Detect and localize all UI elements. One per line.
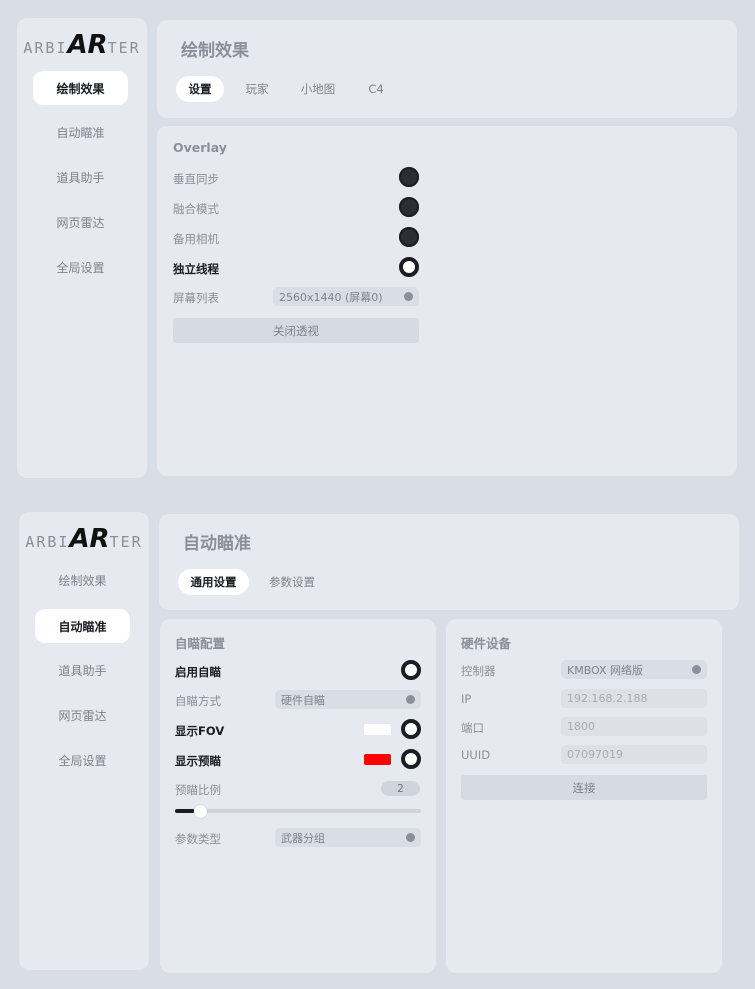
controller-label: 控制器 bbox=[461, 664, 496, 678]
show-fov-label: 显示FOV bbox=[175, 724, 225, 738]
separate-thread-label: 独立线程 bbox=[173, 262, 219, 276]
predict-color-swatch[interactable] bbox=[364, 754, 391, 765]
section-title-hardware: 硬件设备 bbox=[461, 636, 512, 651]
param-type-value: 武器分组 bbox=[281, 831, 325, 845]
screen-list-value: 2560x1440 (屏幕0) bbox=[279, 290, 383, 304]
screen-list-label: 屏幕列表 bbox=[173, 291, 219, 305]
screen-list-select[interactable]: 2560x1440 (屏幕0) bbox=[273, 287, 419, 306]
blend-mode-toggle[interactable] bbox=[399, 197, 419, 217]
vsync-toggle[interactable] bbox=[399, 167, 419, 187]
port-field[interactable]: 1800 bbox=[561, 717, 707, 736]
brand-logo: ARBIARTER bbox=[25, 524, 143, 554]
fov-color-swatch[interactable] bbox=[364, 724, 391, 735]
section-title-overlay: Overlay bbox=[173, 140, 227, 155]
enable-aim-toggle[interactable] bbox=[401, 660, 421, 680]
backup-camera-toggle[interactable] bbox=[399, 227, 419, 247]
separate-thread-toggle[interactable] bbox=[399, 257, 419, 277]
sidebar-item-web-radar[interactable]: 网页雷达 bbox=[35, 698, 130, 732]
sidebar-item-aimbot[interactable]: 自动瞄准 bbox=[35, 609, 130, 643]
page-title: 绘制效果 bbox=[181, 41, 249, 61]
overlay-panel bbox=[157, 126, 737, 476]
port-label: 端口 bbox=[461, 721, 484, 735]
sidebar-item-global-settings[interactable]: 全局设置 bbox=[33, 250, 128, 284]
sidebar-item-draw-effects[interactable]: 绘制效果 bbox=[33, 71, 128, 105]
blend-mode-label: 融合模式 bbox=[173, 202, 219, 216]
sidebar-item-global-settings[interactable]: 全局设置 bbox=[35, 743, 130, 777]
uuid-field[interactable]: 07097019 bbox=[561, 745, 707, 764]
page-title: 自动瞄准 bbox=[183, 534, 251, 554]
predict-ratio-slider-handle[interactable] bbox=[194, 805, 207, 818]
controller-value: KMBOX 网络版 bbox=[567, 663, 644, 677]
sidebar-item-utility-helper[interactable]: 道具助手 bbox=[33, 160, 128, 194]
predict-ratio-slider-fill bbox=[175, 809, 195, 813]
param-type-label: 参数类型 bbox=[175, 832, 221, 846]
predict-ratio-slider-track[interactable] bbox=[175, 809, 421, 813]
tab-players[interactable]: 玩家 bbox=[234, 76, 280, 102]
enable-aim-label: 启用自瞄 bbox=[175, 665, 221, 679]
dropdown-dot-icon bbox=[406, 695, 415, 704]
show-predict-toggle[interactable] bbox=[401, 749, 421, 769]
tab-parameter-settings[interactable]: 参数设置 bbox=[259, 569, 325, 595]
tab-c4[interactable]: C4 bbox=[356, 76, 396, 102]
vsync-label: 垂直同步 bbox=[173, 172, 219, 186]
dropdown-dot-icon bbox=[406, 833, 415, 842]
tab-general-settings[interactable]: 通用设置 bbox=[178, 569, 249, 595]
tab-minimap[interactable]: 小地图 bbox=[290, 76, 346, 102]
aim-method-label: 自瞄方式 bbox=[175, 694, 221, 708]
tab-settings[interactable]: 设置 bbox=[176, 76, 224, 102]
ip-label: IP bbox=[461, 692, 472, 706]
predict-ratio-value: 2 bbox=[381, 781, 420, 796]
sidebar-item-web-radar[interactable]: 网页雷达 bbox=[33, 205, 128, 239]
controller-select[interactable]: KMBOX 网络版 bbox=[561, 660, 707, 679]
close-overlay-button[interactable]: 关闭透视 bbox=[173, 318, 419, 343]
sidebar-item-utility-helper[interactable]: 道具助手 bbox=[35, 653, 130, 687]
aim-method-value: 硬件自瞄 bbox=[281, 693, 325, 707]
dropdown-dot-icon bbox=[692, 665, 701, 674]
dropdown-dot-icon bbox=[404, 292, 413, 301]
show-fov-toggle[interactable] bbox=[401, 719, 421, 739]
aim-method-select[interactable]: 硬件自瞄 bbox=[275, 690, 421, 709]
header-panel-1 bbox=[157, 20, 737, 118]
show-predict-label: 显示预瞄 bbox=[175, 754, 221, 768]
backup-camera-label: 备用相机 bbox=[173, 232, 219, 246]
brand-logo: ARBIARTER bbox=[23, 30, 141, 60]
predict-ratio-label: 预瞄比例 bbox=[175, 783, 221, 797]
uuid-label: UUID bbox=[461, 748, 491, 762]
sidebar-item-aimbot[interactable]: 自动瞄准 bbox=[33, 115, 128, 149]
connect-button[interactable]: 连接 bbox=[461, 775, 707, 800]
sidebar-item-draw-effects[interactable]: 绘制效果 bbox=[35, 563, 130, 597]
param-type-select[interactable]: 武器分组 bbox=[275, 828, 421, 847]
section-title-aim-config: 自瞄配置 bbox=[175, 636, 226, 651]
ip-field[interactable]: 192.168.2.188 bbox=[561, 689, 707, 708]
